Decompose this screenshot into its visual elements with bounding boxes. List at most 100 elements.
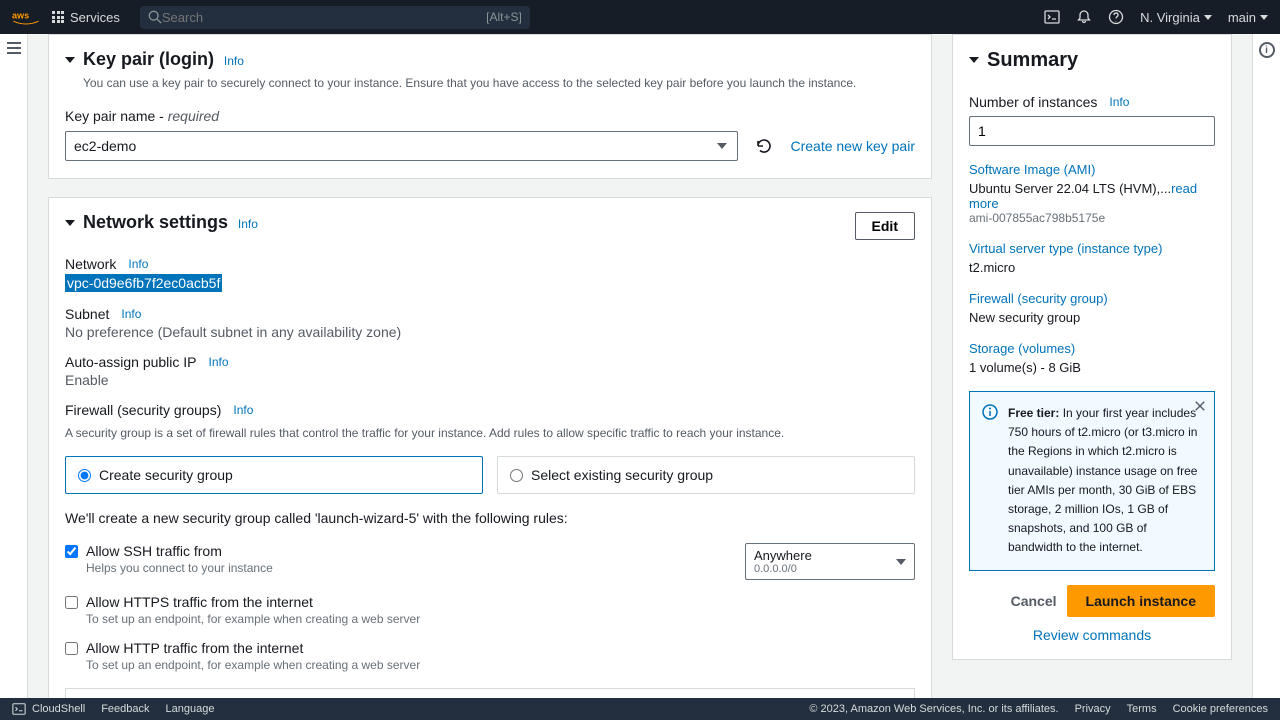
radio-select-sg[interactable]: Select existing security group <box>497 456 915 494</box>
radio-create-sg[interactable]: Create security group <box>65 456 483 494</box>
cookie-link[interactable]: Cookie preferences <box>1173 703 1268 715</box>
instance-type-value: t2.micro <box>969 260 1215 275</box>
ami-id: ami-007855ac798b5175e <box>969 211 1215 225</box>
search-box[interactable]: [Alt+S] <box>140 6 530 29</box>
refresh-icon <box>754 136 774 156</box>
info-icon[interactable]: i <box>1259 42 1275 58</box>
cloudshell-icon[interactable] <box>1044 9 1060 25</box>
firewall-label: Firewall (security groups) Info <box>65 402 253 418</box>
storage-value: 1 volume(s) - 8 GiB <box>969 360 1215 375</box>
feedback-link[interactable]: Feedback <box>101 703 149 715</box>
network-label: Network Info <box>65 256 148 272</box>
free-tier-info: Free tier: In your first year includes 7… <box>969 391 1215 571</box>
firewall-summary-label[interactable]: Firewall (security group) <box>969 291 1215 306</box>
allow-http-title: Allow HTTP traffic from the internet <box>86 640 915 656</box>
key-pair-select[interactable]: ec2-demo <box>65 131 738 161</box>
collapse-icon <box>65 57 75 63</box>
summary-panel: Summary Number of instances Info Softwar… <box>952 34 1232 660</box>
network-title: Network settings <box>83 212 228 232</box>
subnet-label: Subnet Info <box>65 306 141 322</box>
warning-alert: Rules with source of 0.0.0.0/0 allow all… <box>65 688 915 698</box>
collapse-icon <box>65 220 75 226</box>
svg-text:aws: aws <box>12 10 29 20</box>
chevron-down-icon <box>1204 15 1212 20</box>
vpc-id[interactable]: vpc-0d9e6fb7f2ec0acb5f <box>65 274 222 292</box>
edit-button[interactable]: Edit <box>855 212 915 240</box>
free-tier-text: Free tier: In your first year includes 7… <box>1008 404 1202 558</box>
info-link[interactable]: Info <box>233 403 253 417</box>
info-link[interactable]: Info <box>238 217 258 231</box>
bell-icon[interactable] <box>1076 9 1092 25</box>
summary-title: Summary <box>987 49 1078 72</box>
search-hint: [Alt+S] <box>486 10 522 24</box>
network-panel: Network settings Info Edit Network Info … <box>48 197 932 698</box>
rules-intro: We'll create a new security group called… <box>65 508 915 529</box>
allow-ssh-sub: Helps you connect to your instance <box>86 561 731 575</box>
key-pair-header[interactable]: Key pair (login) Info You can use a key … <box>49 35 931 102</box>
region-label: N. Virginia <box>1140 10 1200 25</box>
launch-instance-button[interactable]: Launch instance <box>1067 585 1215 617</box>
autoip-value: Enable <box>65 372 915 388</box>
network-header[interactable]: Network settings Info Edit <box>49 198 931 250</box>
close-icon[interactable] <box>1194 400 1206 412</box>
chevron-down-icon <box>1260 15 1268 20</box>
allow-http-checkbox[interactable] <box>65 642 78 655</box>
account-selector[interactable]: main <box>1228 10 1268 25</box>
key-pair-name-label: Key pair name - required <box>65 108 915 124</box>
firewall-desc: A security group is a set of firewall ru… <box>65 424 915 442</box>
key-pair-panel: Key pair (login) Info You can use a key … <box>48 34 932 179</box>
cancel-button[interactable]: Cancel <box>1011 593 1057 609</box>
copyright: © 2023, Amazon Web Services, Inc. or its… <box>809 703 1058 715</box>
help-icon[interactable] <box>1108 9 1124 25</box>
num-instances-label: Number of instances Info <box>969 94 1215 110</box>
cloudshell-icon <box>12 702 26 716</box>
summary-header[interactable]: Summary <box>953 35 1231 82</box>
allow-https-checkbox[interactable] <box>65 596 78 609</box>
autoip-label: Auto-assign public IP Info <box>65 354 229 370</box>
key-pair-title: Key pair (login) <box>83 49 214 69</box>
info-link[interactable]: Info <box>1109 95 1129 109</box>
allow-https-sub: To set up an endpoint, for example when … <box>86 612 915 626</box>
allow-http-sub: To set up an endpoint, for example when … <box>86 658 915 672</box>
left-drawer-handle <box>0 34 28 698</box>
services-menu[interactable]: Services <box>52 10 120 25</box>
info-link[interactable]: Info <box>128 257 148 271</box>
collapse-icon <box>969 57 979 63</box>
info-icon <box>982 404 998 420</box>
info-link[interactable]: Info <box>121 307 141 321</box>
subnet-value: No preference (Default subnet in any ava… <box>65 324 915 340</box>
instance-type-label[interactable]: Virtual server type (instance type) <box>969 241 1215 256</box>
create-key-pair-link[interactable]: Create new key pair <box>790 138 915 154</box>
storage-label[interactable]: Storage (volumes) <box>969 341 1215 356</box>
ami-label[interactable]: Software Image (AMI) <box>969 162 1215 177</box>
services-label: Services <box>70 10 120 25</box>
key-pair-desc: You can use a key pair to securely conne… <box>83 74 856 92</box>
hamburger-icon[interactable] <box>7 42 21 54</box>
ssh-source-select[interactable]: Anywhere 0.0.0.0/0 <box>745 543 915 580</box>
num-instances-input[interactable] <box>969 116 1215 146</box>
ami-line1: Ubuntu Server 22.04 LTS (HVM),...read mo… <box>969 181 1215 211</box>
search-icon <box>148 10 162 24</box>
review-commands-link[interactable]: Review commands <box>969 627 1215 643</box>
aws-logo[interactable]: aws <box>12 8 40 26</box>
info-link[interactable]: Info <box>224 54 244 68</box>
language-link[interactable]: Language <box>166 703 215 715</box>
allow-https-title: Allow HTTPS traffic from the internet <box>86 594 915 610</box>
terms-link[interactable]: Terms <box>1127 703 1157 715</box>
region-selector[interactable]: N. Virginia <box>1140 10 1212 25</box>
footer: CloudShell Feedback Language © 2023, Ama… <box>0 698 1280 720</box>
top-nav: aws Services [Alt+S] N. Virginia main <box>0 0 1280 34</box>
radio-create-sg-input[interactable] <box>78 469 91 482</box>
info-link[interactable]: Info <box>209 355 229 369</box>
allow-ssh-checkbox[interactable] <box>65 545 78 558</box>
refresh-button[interactable] <box>748 130 780 162</box>
main-content: Key pair (login) Info You can use a key … <box>28 34 1252 698</box>
allow-ssh-title: Allow SSH traffic from <box>86 543 731 559</box>
account-label: main <box>1228 10 1256 25</box>
search-input[interactable] <box>162 10 486 25</box>
right-drawer-handle: i <box>1252 34 1280 698</box>
radio-select-sg-input[interactable] <box>510 469 523 482</box>
cloudshell-link[interactable]: CloudShell <box>12 702 85 716</box>
privacy-link[interactable]: Privacy <box>1075 703 1111 715</box>
firewall-summary-value: New security group <box>969 310 1215 325</box>
